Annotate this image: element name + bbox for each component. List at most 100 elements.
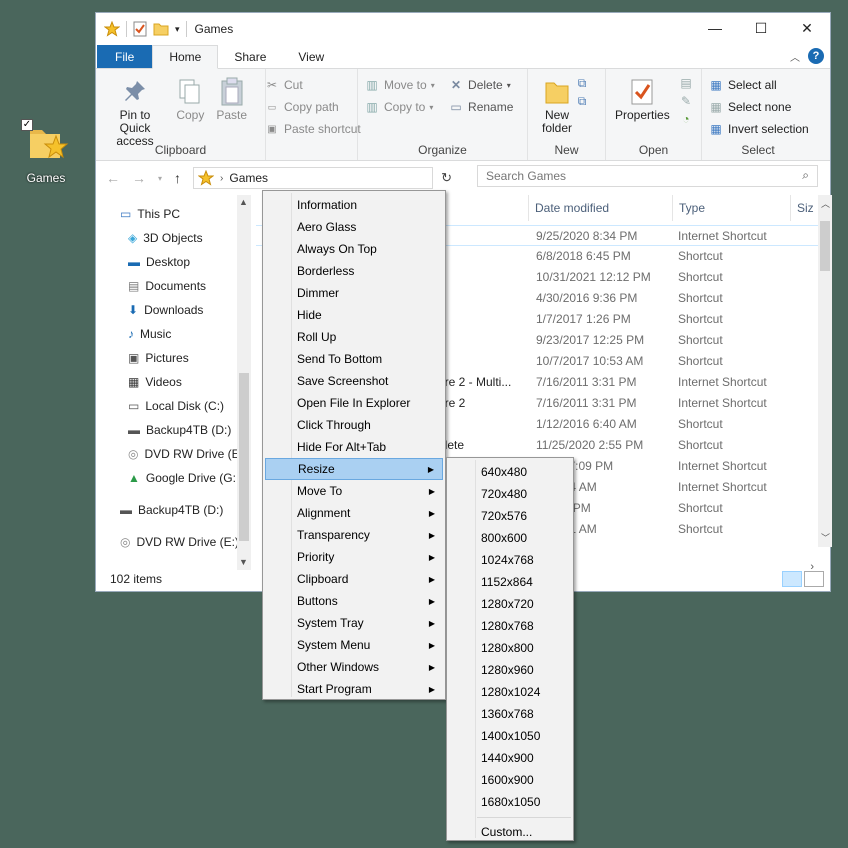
resize-option[interactable]: 1024x768 xyxy=(449,549,571,571)
nav-music[interactable]: ♪ Music xyxy=(128,323,171,345)
resize-option[interactable]: 1680x1050 xyxy=(449,791,571,813)
copy-button[interactable]: Copy xyxy=(171,73,209,124)
pin-quick-access-button[interactable]: Pin to Quick access xyxy=(102,73,168,150)
menu-item-move-to[interactable]: Move To ▶ xyxy=(265,480,443,502)
close-button[interactable]: ✕ xyxy=(784,13,830,43)
menu-item-borderless[interactable]: Borderless xyxy=(265,260,443,282)
resize-option[interactable]: 1280x960 xyxy=(449,659,571,681)
paste-button[interactable]: Paste xyxy=(213,73,251,124)
copy-path-button[interactable]: ▭ Copy path xyxy=(264,97,365,117)
search-input[interactable]: Search Games ⌕ xyxy=(477,165,818,187)
menu-item-hide[interactable]: Hide xyxy=(265,304,443,326)
invert-selection-button[interactable]: ▦ Invert selection xyxy=(708,119,813,139)
address-bar[interactable]: › Games ↻ xyxy=(193,167,452,189)
tab-share[interactable]: Share xyxy=(218,45,282,68)
resize-option[interactable]: 640x480 xyxy=(449,461,571,483)
resize-option[interactable]: 1360x768 xyxy=(449,703,571,725)
ribbon-collapse-icon[interactable]: ︿ xyxy=(790,49,800,64)
resize-option[interactable]: 720x480 xyxy=(449,483,571,505)
resize-option[interactable]: 1280x1024 xyxy=(449,681,571,703)
menu-item-priority[interactable]: Priority ▶ xyxy=(265,546,443,568)
menu-item-dimmer[interactable]: Dimmer xyxy=(265,282,443,304)
menu-item-save-screenshot[interactable]: Save Screenshot xyxy=(265,370,443,392)
tab-file[interactable]: File xyxy=(97,45,153,68)
resize-option[interactable]: 1280x800 xyxy=(449,637,571,659)
nav-downloads[interactable]: ⬇ Downloads xyxy=(128,299,203,321)
menu-item-system-tray[interactable]: System Tray ▶ xyxy=(265,612,443,634)
resize-option[interactable]: 720x576 xyxy=(449,505,571,527)
scroll-down-arrow-icon[interactable]: ﹀ xyxy=(821,531,830,544)
recent-dropdown-icon[interactable]: ▾ xyxy=(158,174,162,183)
menu-item-click-through[interactable]: Click Through xyxy=(265,414,443,436)
nav-pictures[interactable]: ▣ Pictures xyxy=(128,347,189,369)
nav-scrollbar[interactable]: ▲ ▼ xyxy=(237,195,251,570)
resize-option[interactable]: 1600x900 xyxy=(449,769,571,791)
properties-icon[interactable] xyxy=(133,21,147,37)
menu-item-aero-glass[interactable]: Aero Glass xyxy=(265,216,443,238)
new-folder-icon[interactable] xyxy=(153,22,169,36)
maximize-button[interactable]: ☐ xyxy=(738,13,784,43)
list-scrollbar[interactable]: ︿ ﹀ xyxy=(818,195,832,547)
nav-desktop[interactable]: ▬ Desktop xyxy=(128,251,190,273)
resize-option[interactable]: 1440x900 xyxy=(449,747,571,769)
paste-shortcut-button[interactable]: ▣ Paste shortcut xyxy=(264,119,365,139)
menu-item-open-file-in-explorer[interactable]: Open File In Explorer xyxy=(265,392,443,414)
menu-item-clipboard[interactable]: Clipboard ▶ xyxy=(265,568,443,590)
menu-item-buttons[interactable]: Buttons ▶ xyxy=(265,590,443,612)
nav-videos[interactable]: ▦ Videos xyxy=(128,371,182,393)
open-icon[interactable]: ▤ xyxy=(678,75,694,91)
scroll-up-arrow-icon[interactable]: ︿ xyxy=(821,197,830,210)
menu-item-always-on-top[interactable]: Always On Top xyxy=(265,238,443,260)
nav-local-disk[interactable]: ▭ Local Disk (C:) xyxy=(128,395,224,417)
copy-to-button[interactable]: ▥ Copy to ▾ xyxy=(364,97,439,117)
tab-view[interactable]: View xyxy=(282,45,340,68)
forward-arrow-icon[interactable]: → xyxy=(132,170,146,186)
menu-item-other-windows[interactable]: Other Windows ▶ xyxy=(265,656,443,678)
select-all-button[interactable]: ▦ Select all xyxy=(708,75,813,95)
scroll-up-arrow-icon[interactable]: ▲ xyxy=(239,197,248,207)
menu-item-resize[interactable]: Resize ▶ xyxy=(265,458,443,480)
column-type[interactable]: Type xyxy=(672,195,790,221)
easy-access-icon[interactable]: ⧉ xyxy=(574,93,590,109)
menu-item-alignment[interactable]: Alignment ▶ xyxy=(265,502,443,524)
menu-item-information[interactable]: Information xyxy=(265,194,443,216)
column-size[interactable]: Siz xyxy=(790,195,818,221)
nav-scroll-thumb[interactable] xyxy=(239,373,249,541)
cut-button[interactable]: ✂ Cut xyxy=(264,75,365,95)
rename-button[interactable]: ▭ Rename xyxy=(448,97,517,117)
nav-documents[interactable]: ▤ Documents xyxy=(128,275,206,297)
nav-3d-objects[interactable]: ◈ 3D Objects xyxy=(128,227,203,249)
help-icon[interactable]: ? xyxy=(808,48,824,64)
star-icon[interactable] xyxy=(104,21,120,37)
nav-backup[interactable]: ▬ Backup4TB (D:) xyxy=(120,499,223,521)
customize-dropdown-icon[interactable]: ▾ xyxy=(175,24,180,35)
minimize-button[interactable]: — xyxy=(692,13,738,43)
resize-option[interactable]: 1280x720 xyxy=(449,593,571,615)
new-item-icon[interactable]: ⧉ xyxy=(574,75,590,91)
menu-item-send-to-bottom[interactable]: Send To Bottom xyxy=(265,348,443,370)
nav-backup-sub[interactable]: ▬ Backup4TB (D:) xyxy=(128,419,231,441)
large-icons-view-icon[interactable] xyxy=(804,571,824,587)
nav-dvd-sub[interactable]: ◎ DVD RW Drive (E xyxy=(128,443,240,465)
move-to-button[interactable]: ▥ Move to ▾ xyxy=(364,75,439,95)
nav-this-pc[interactable]: ▭ This PC xyxy=(120,203,180,225)
nav-google-drive[interactable]: ▲ Google Drive (G: xyxy=(128,467,236,489)
menu-item-transparency[interactable]: Transparency ▶ xyxy=(265,524,443,546)
back-arrow-icon[interactable]: ← xyxy=(106,170,120,186)
scroll-down-arrow-icon[interactable]: ▼ xyxy=(239,557,248,567)
menu-item-system-menu[interactable]: System Menu ▶ xyxy=(265,634,443,656)
column-date-modified[interactable]: Date modified xyxy=(528,195,672,221)
resize-option[interactable]: 1400x1050 xyxy=(449,725,571,747)
resize-option[interactable]: 1152x864 xyxy=(449,571,571,593)
resize-option[interactable]: 800x600 xyxy=(449,527,571,549)
edit-icon[interactable]: ✎ xyxy=(678,93,694,109)
menu-item-hide-for-alt-tab[interactable]: Hide For Alt+Tab xyxy=(265,436,443,458)
delete-button[interactable]: ✕ Delete ▾ xyxy=(448,75,517,95)
menu-item-start-program[interactable]: Start Program ▶ xyxy=(265,678,443,700)
breadcrumb[interactable]: Games xyxy=(229,171,268,185)
resize-option[interactable]: 1280x768 xyxy=(449,615,571,637)
desktop-icon-games[interactable]: ✓ Games xyxy=(18,118,74,185)
menu-item-roll-up[interactable]: Roll Up xyxy=(265,326,443,348)
select-none-button[interactable]: ▦ Select none xyxy=(708,97,813,117)
list-scroll-thumb[interactable] xyxy=(820,221,830,271)
